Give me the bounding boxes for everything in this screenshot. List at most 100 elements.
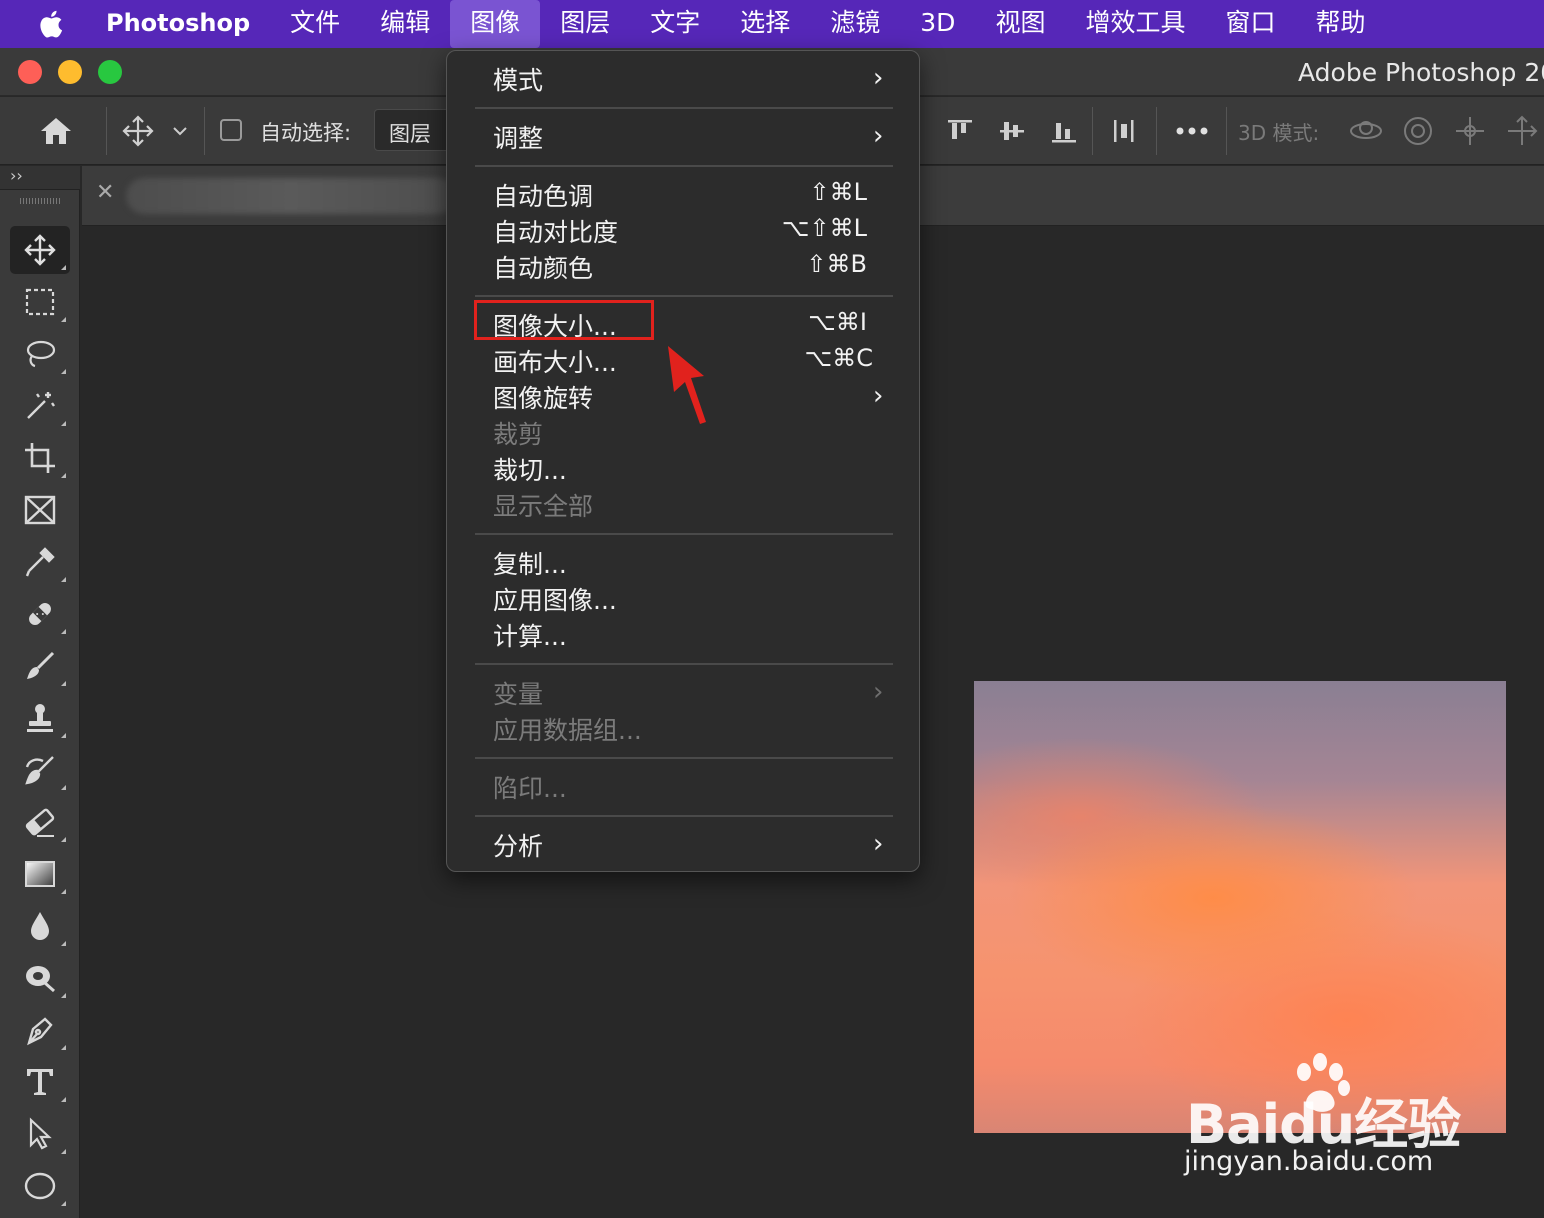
menu-separator <box>475 757 893 759</box>
menu-item-trim[interactable]: 裁切... <box>493 451 567 487</box>
zoom-window-button[interactable] <box>98 60 122 84</box>
menu-item-adjustments[interactable]: 调整 <box>493 119 543 155</box>
menu-3d[interactable]: 3D <box>900 0 975 48</box>
3d-pan-icon[interactable] <box>1450 111 1490 151</box>
close-window-button[interactable] <box>18 60 42 84</box>
divider <box>106 107 107 155</box>
path-select-tool[interactable] <box>10 1110 70 1158</box>
watermark-url: jingyan.baidu.com <box>1184 1146 1434 1177</box>
auto-select-label: 自动选择: <box>260 121 352 145</box>
menu-layer[interactable]: 图层 <box>540 0 630 48</box>
menu-separator <box>475 107 893 109</box>
menu-window[interactable]: 窗口 <box>1205 0 1295 48</box>
blur-tool[interactable] <box>10 902 70 950</box>
menu-item-trap-disabled: 陷印... <box>493 774 567 803</box>
menu-view[interactable]: 视图 <box>975 0 1065 48</box>
menu-item-mode[interactable]: 模式 <box>493 61 543 97</box>
dodge-tool[interactable] <box>10 954 70 1002</box>
divider <box>1226 107 1227 155</box>
3d-orbit-icon[interactable] <box>1346 111 1386 151</box>
menu-help[interactable]: 帮助 <box>1295 0 1385 48</box>
gradient-tool[interactable] <box>10 850 70 898</box>
crop-tool[interactable] <box>10 434 70 482</box>
document-tab-title-blurred[interactable] <box>126 178 456 214</box>
menu-separator <box>475 165 893 167</box>
auto-select-checkbox[interactable] <box>220 119 242 141</box>
align-top-icon[interactable] <box>940 111 980 151</box>
healing-tool[interactable] <box>10 590 70 638</box>
menu-item-duplicate[interactable]: 复制... <box>493 545 567 581</box>
brush-tool[interactable] <box>10 642 70 690</box>
tools-panel <box>0 190 80 1218</box>
macos-menu-bar: Photoshop 文件 编辑 图像 图层 文字 选择 滤镜 3D 视图 增效工… <box>0 0 1544 48</box>
apple-icon[interactable] <box>36 7 70 41</box>
menu-item-canvas-size[interactable]: 画布大小... <box>493 343 617 379</box>
divider <box>1156 107 1157 155</box>
align-vertical-center-icon[interactable] <box>992 111 1032 151</box>
distribute-icon[interactable] <box>1104 111 1144 151</box>
frame-tool[interactable] <box>10 486 70 534</box>
ellipse-tool[interactable] <box>10 1162 70 1210</box>
move-tool-icon[interactable] <box>118 111 158 151</box>
chevron-down-icon[interactable] <box>162 111 198 151</box>
menu-file[interactable]: 文件 <box>270 0 360 48</box>
image-size-highlight-box <box>474 300 654 340</box>
shortcut-canvas-size: ⌥⌘C <box>804 344 873 372</box>
menu-item-image-rotation[interactable]: 图像旋转 <box>493 379 593 415</box>
menu-item-crop-disabled: 裁剪 <box>493 420 544 449</box>
panel-grip[interactable] <box>20 198 60 204</box>
marquee-tool[interactable] <box>10 278 70 326</box>
menu-item-auto-tone[interactable]: 自动色调 <box>493 177 593 213</box>
shortcut-image-size: ⌥⌘I <box>808 308 867 336</box>
photoshop-window: Photoshop 文件 编辑 图像 图层 文字 选择 滤镜 3D 视图 增效工… <box>0 0 1544 1218</box>
menu-plugins[interactable]: 增效工具 <box>1065 0 1205 48</box>
menu-edit[interactable]: 编辑 <box>360 0 450 48</box>
more-options-icon[interactable] <box>1172 111 1212 151</box>
menu-item-analysis[interactable]: 分析 <box>493 827 543 863</box>
align-bottom-icon[interactable] <box>1044 111 1084 151</box>
image-menu-dropdown: 模式 › 调整 › 自动色调 ⇧⌘L 自动对比度 ⌥⇧⌘L 自动颜色 ⇧⌘B 图… <box>446 50 920 872</box>
menu-image[interactable]: 图像 <box>450 0 541 48</box>
minimize-window-button[interactable] <box>58 60 82 84</box>
3d-roll-icon[interactable] <box>1398 111 1438 151</box>
tools-panel-header: ›› <box>0 166 80 190</box>
eyedropper-tool[interactable] <box>10 538 70 586</box>
submenu-arrow-icon: › <box>873 381 884 411</box>
menu-select[interactable]: 选择 <box>720 0 810 48</box>
divider <box>1092 107 1093 155</box>
menu-item-calculations[interactable]: 计算... <box>493 617 567 653</box>
pen-tool[interactable] <box>10 1006 70 1054</box>
menu-item-auto-contrast[interactable]: 自动对比度 <box>493 213 618 249</box>
eraser-tool[interactable] <box>10 798 70 846</box>
history-brush-tool[interactable] <box>10 746 70 794</box>
pointer-arrow-icon <box>668 346 706 424</box>
collapse-chevron-icon[interactable]: ›› <box>10 166 23 185</box>
app-menu-photoshop[interactable]: Photoshop <box>92 0 270 48</box>
menu-item-apply-image[interactable]: 应用图像... <box>493 581 617 617</box>
menu-type[interactable]: 文字 <box>630 0 720 48</box>
baidu-jingyan-watermark: Baidu经验 jingyan.baidu.com <box>1184 1050 1486 1190</box>
submenu-arrow-icon: › <box>873 121 884 151</box>
type-tool[interactable] <box>10 1058 70 1106</box>
auto-select-target-dropdown[interactable]: 图层 <box>374 109 454 151</box>
stamp-tool[interactable] <box>10 694 70 742</box>
lasso-tool[interactable] <box>10 330 70 378</box>
magic-wand-tool[interactable] <box>10 382 70 430</box>
move-tool[interactable] <box>10 226 70 274</box>
close-tab-icon[interactable]: ✕ <box>96 180 114 205</box>
menu-separator <box>475 295 893 297</box>
menu-filter[interactable]: 滤镜 <box>810 0 900 48</box>
3d-mode-label: 3D 模式: <box>1238 121 1320 145</box>
menu-item-auto-color[interactable]: 自动颜色 <box>493 249 593 285</box>
menu-separator <box>475 663 893 665</box>
home-icon[interactable] <box>36 111 76 151</box>
menu-separator <box>475 815 893 817</box>
submenu-arrow-icon: › <box>873 63 884 93</box>
submenu-arrow-icon: › <box>873 829 884 859</box>
shortcut-auto-tone: ⇧⌘L <box>809 178 867 206</box>
window-title: Adobe Photoshop 20 <box>1298 58 1544 87</box>
3d-slide-icon[interactable] <box>1502 111 1542 151</box>
menu-item-apply-data-set-disabled: 应用数据组... <box>493 716 642 745</box>
divider <box>204 107 205 155</box>
shortcut-auto-color: ⇧⌘B <box>806 250 867 278</box>
